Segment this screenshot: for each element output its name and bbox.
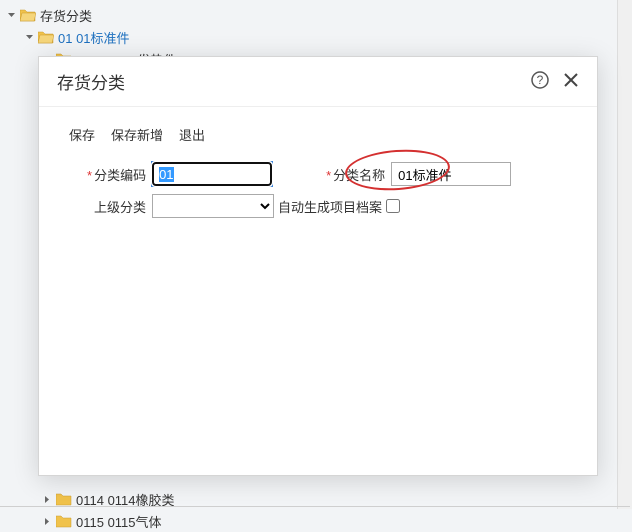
folder-open-icon <box>38 30 54 44</box>
divider <box>0 506 630 507</box>
folder-icon <box>56 492 72 506</box>
collapse-icon[interactable] <box>6 10 17 21</box>
expand-icon[interactable] <box>42 516 53 527</box>
autogen-label: 自动生成项目档案 <box>278 197 382 216</box>
save-add-button[interactable]: 保存新增 <box>111 125 163 144</box>
name-label: *分类名称 <box>326 165 385 184</box>
code-label: *分类编码 <box>87 165 146 184</box>
tree-node-0115[interactable]: 0115 0115气体 <box>0 510 631 532</box>
autogen-checkbox[interactable] <box>386 199 400 213</box>
dialog-title: 存货分类 <box>57 69 531 94</box>
tree-node-01[interactable]: 01 01标准件 <box>0 26 631 48</box>
close-icon[interactable] <box>563 72 579 91</box>
tree-label-root: 存货分类 <box>40 6 92 25</box>
help-icon[interactable]: ? <box>531 71 549 92</box>
dialog-toolbar: 保存 保存新增 退出 <box>39 107 597 158</box>
dialog-header: 存货分类 ? <box>39 57 597 107</box>
save-button[interactable]: 保存 <box>69 125 95 144</box>
tree-label-01: 01 01标准件 <box>58 28 130 47</box>
expand-icon[interactable] <box>42 494 53 505</box>
collapse-icon[interactable] <box>24 32 35 43</box>
category-name-input[interactable] <box>391 162 511 186</box>
form-area: *分类编码 *分类名称 上级分类 自动生成项目档案 <box>39 158 597 230</box>
parent-category-select[interactable] <box>152 194 274 218</box>
scrollbar[interactable] <box>617 0 632 509</box>
parent-label: 上级分类 <box>94 197 146 216</box>
inventory-category-dialog: 存货分类 ? 保存 保存新增 退出 *分类编码 *分类名称 <box>38 56 598 476</box>
exit-button[interactable]: 退出 <box>179 125 205 144</box>
folder-icon <box>56 514 72 528</box>
tree-label-0115: 0115 0115气体 <box>76 512 162 531</box>
tree-node-root[interactable]: 存货分类 <box>0 4 631 26</box>
folder-open-icon <box>20 8 36 22</box>
svg-text:?: ? <box>537 73 544 87</box>
category-code-input[interactable] <box>152 162 272 186</box>
